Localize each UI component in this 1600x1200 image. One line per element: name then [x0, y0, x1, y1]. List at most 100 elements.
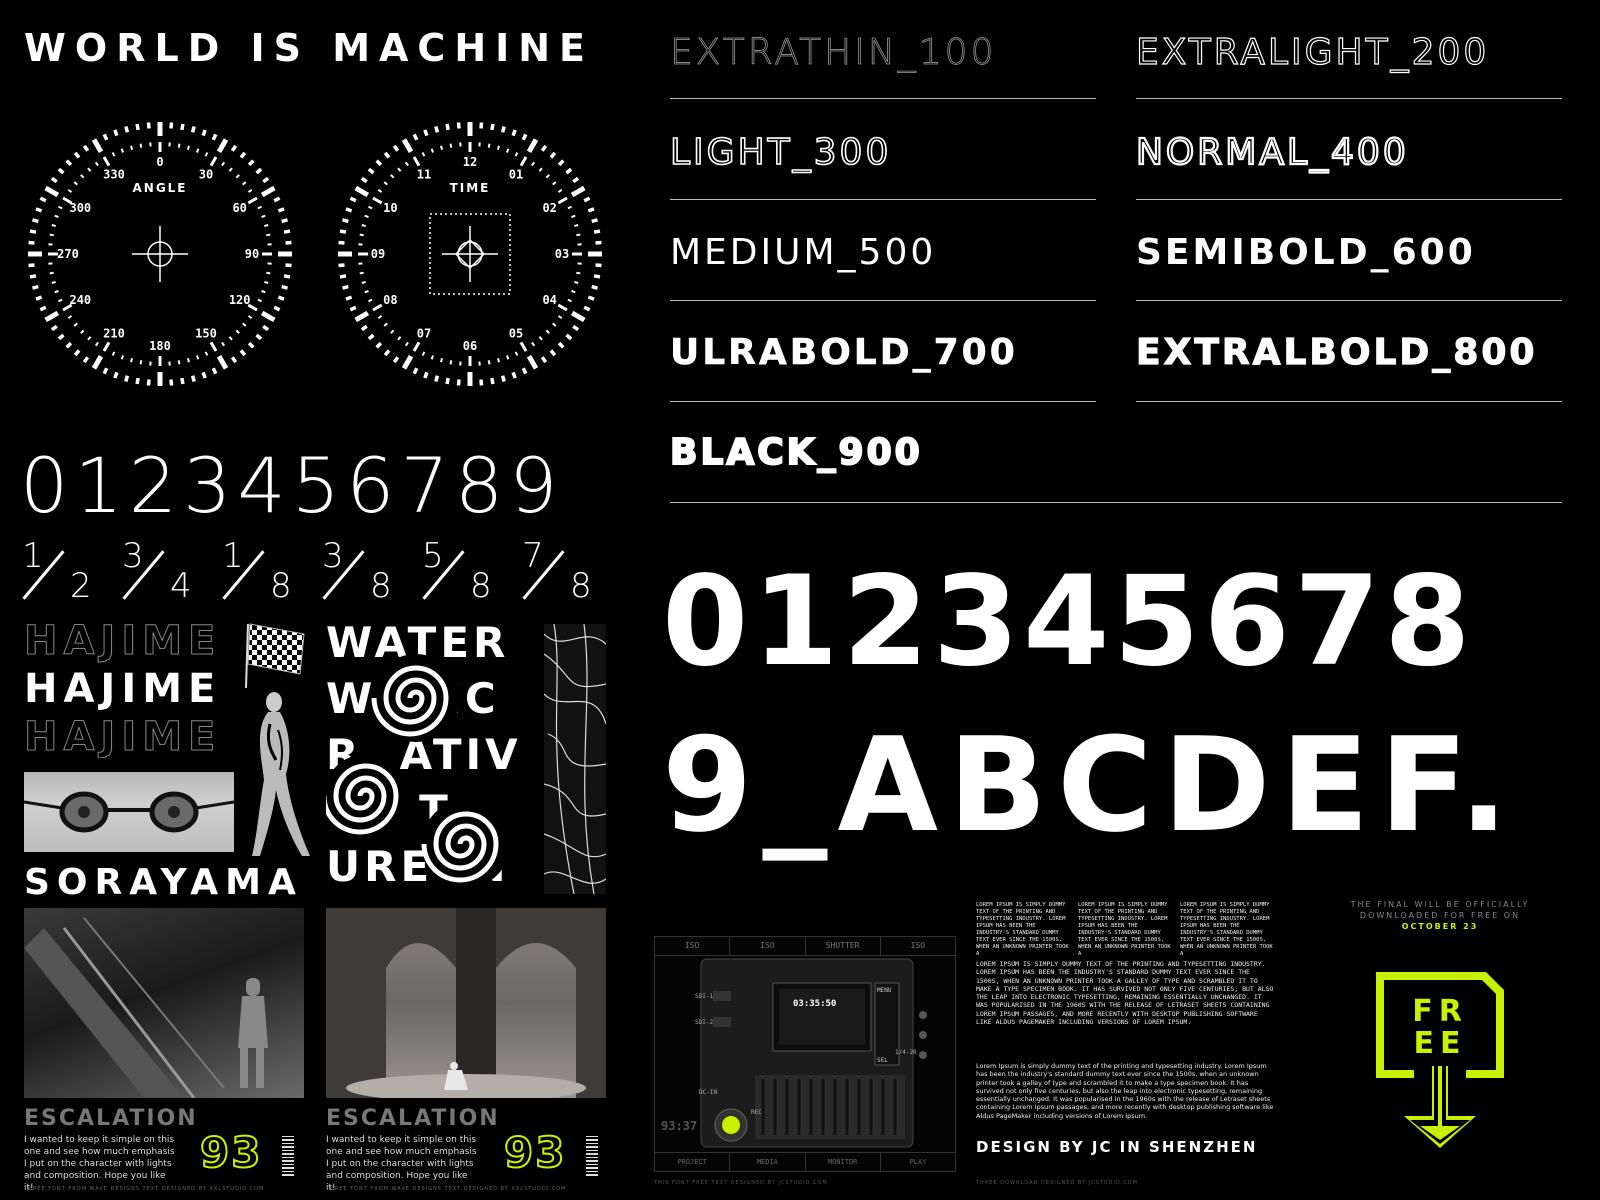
dial-tick [51, 224, 56, 228]
dial-tick [360, 176, 368, 184]
dial-tick-label: 120 [229, 293, 251, 307]
dial-tick [277, 207, 285, 213]
dial-tick [557, 341, 565, 349]
dial-tick [44, 185, 60, 198]
big-numerals: 012345678 [662, 550, 1475, 694]
dial-tick [177, 143, 181, 148]
dial-tick [587, 207, 595, 213]
dial-tick [557, 303, 568, 312]
dial-tick [255, 167, 263, 175]
dial-tick [285, 240, 292, 245]
fraction-denominator: 8 [370, 566, 392, 606]
dial-tick [591, 284, 598, 290]
dial-title: TIME [450, 181, 491, 195]
dial-tick [487, 143, 491, 148]
design-credit-small: THREE DOWNLOAD DESIGNED BY JCSTUDIO.COM [976, 1180, 1138, 1186]
dial-tick-label: 330 [103, 167, 125, 181]
dial-tick [135, 377, 140, 385]
card-2-text: I wanted to keep it simple on this one a… [326, 1135, 477, 1193]
fraction-glyph: 34 [122, 536, 202, 606]
dial-tick-label: 60 [232, 201, 246, 215]
dial-tick [130, 358, 134, 363]
dial-tick [390, 174, 395, 179]
dial-tick [377, 188, 383, 193]
dial-tick [576, 271, 581, 275]
dial-tick [445, 377, 450, 385]
dial-tick-label: 12 [463, 155, 477, 169]
glasses-portrait-photo [24, 772, 234, 852]
dial-tick [28, 263, 35, 268]
dial-tick [247, 188, 253, 193]
dial-tick [383, 151, 391, 159]
dial-tick [571, 289, 576, 294]
dial-tick [521, 367, 528, 375]
device-bottom-label: MONITOR [806, 1153, 881, 1171]
dial-tick [87, 336, 92, 341]
dial-tick [120, 355, 125, 360]
dial-tick [591, 218, 598, 224]
device-sel-button[interactable]: SEL [877, 1057, 888, 1064]
dial-tick [73, 349, 81, 357]
dial-tick [557, 159, 565, 167]
card-1-title: ESCALATION [24, 1106, 198, 1131]
lorem-column-2: LOREM IPSUM IS SIMPLY DUMMY TEXT OF THE … [1078, 902, 1171, 957]
dial-tick [261, 214, 266, 219]
dial-tick [65, 341, 73, 349]
fraction-denominator: 4 [170, 566, 192, 606]
dial-tick [490, 123, 495, 131]
dial-tick [412, 156, 421, 167]
dial-tick [574, 280, 579, 284]
device-bottom-label: MEDIA [730, 1153, 806, 1171]
lorem-lower-paragraph: Lorem Ipsum is simply dummy text of the … [976, 1062, 1274, 1120]
device-mount-label: 1/4-20 [895, 1049, 917, 1056]
dial-tick [139, 360, 143, 365]
dial-tick [412, 341, 421, 352]
dial-tick [264, 224, 269, 228]
dial-tick-label: 210 [103, 327, 125, 341]
dial-tick [32, 218, 39, 224]
fraction-glyph: 38 [322, 536, 402, 606]
dial-tick [538, 336, 543, 341]
dial-tick [401, 354, 414, 370]
hajime-echo-top: HAJIME [24, 618, 222, 665]
dial-tick [216, 138, 229, 154]
device-bottom-label: PLAY [909, 1158, 927, 1166]
dial-tick [186, 358, 190, 363]
device-top-label: ISO [910, 941, 926, 950]
device-caption: THIS FONT FREE TEXT DESIGNED BY JCSTUDIO… [654, 1180, 828, 1186]
dial-tick [211, 367, 218, 375]
dial-tick [540, 144, 548, 152]
dial-tick [82, 144, 90, 152]
dial-tick [201, 371, 207, 379]
dial-tick [364, 289, 369, 294]
dial-tick [239, 349, 247, 357]
dial-tick [496, 145, 500, 150]
dial-tick [505, 355, 510, 360]
device-screen-time: 03:35:50 [793, 999, 837, 1009]
dial-tick [383, 181, 388, 186]
card-2-footer: THREE FONT FROM WAVE DESIGNS TEXT DESIGN… [326, 1186, 567, 1192]
time-dial: 12 01 02 03 04 05 06 07 08 09 10 11 TIME [338, 122, 602, 386]
dial-tick [216, 354, 229, 370]
lorem-upper-paragraph: LOREM IPSUM IS SIMPLY DUMMY TEXT OF THE … [976, 960, 1274, 1027]
dial-tick [120, 148, 125, 153]
dial-tick [111, 351, 116, 356]
dial-tick [364, 214, 369, 219]
dial-tick [91, 138, 104, 154]
poster-title: WORLD IS MACHINE [24, 26, 595, 70]
fraction-denominator: 8 [470, 566, 492, 606]
dial-tick [190, 126, 196, 133]
dial-tick [44, 310, 60, 323]
dial-tick [35, 295, 43, 301]
checkered-flag-icon [245, 623, 305, 689]
fraction-numerator: 7 [522, 536, 544, 576]
device-menu-button[interactable]: MENU [877, 987, 891, 994]
escalator-photo [24, 908, 304, 1098]
dial-tick [230, 356, 238, 364]
card-1-barcode [282, 1134, 294, 1176]
dial-tick [29, 229, 37, 234]
dial-tick [113, 129, 119, 137]
device-timecode: 93:37 [661, 1119, 698, 1133]
dial-tick [39, 305, 47, 312]
dial-tick [209, 156, 218, 167]
